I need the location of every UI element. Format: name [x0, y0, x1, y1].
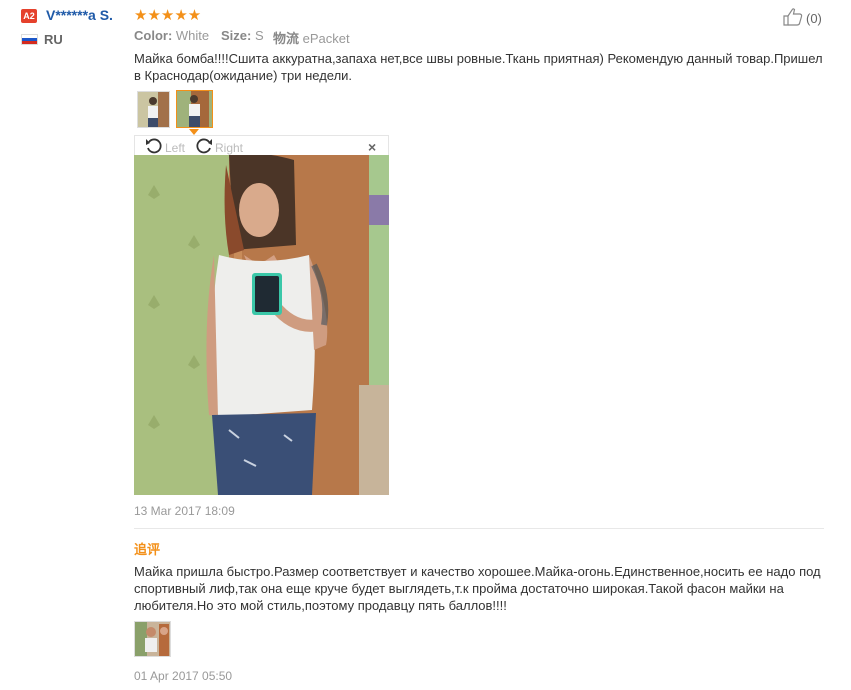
reviewer-country: RU	[44, 32, 63, 47]
buyer-level-badge: A2	[21, 9, 37, 23]
review-text: Майка бомба!!!!Сшита аккуратна,запаха не…	[134, 51, 823, 83]
size-attribute: Size: S	[221, 28, 264, 43]
color-label: Color:	[134, 28, 173, 43]
reviewer-name: V******a S.	[46, 7, 113, 23]
additional-review-label: 追评	[134, 542, 161, 557]
additional-review-date: 01 Apr 2017 05:50	[134, 669, 233, 683]
size-value: S	[254, 28, 264, 43]
color-attribute: Color: White	[134, 28, 209, 43]
shipping-value: ePacket	[302, 31, 350, 46]
rotate-left-label: Left	[165, 140, 186, 155]
rating-stars: ★★★★★	[134, 7, 202, 24]
helpful-button[interactable]: (0)	[783, 8, 822, 29]
country-flag-icon	[21, 34, 38, 45]
size-label: Size:	[221, 28, 252, 43]
helpful-count: (0)	[806, 11, 822, 26]
additional-review-text: Майка пришла быстро.Размер соответствует…	[134, 564, 821, 613]
shipping-label: 物流	[273, 31, 300, 46]
review-photo-large	[134, 155, 389, 495]
review-date: 13 Mar 2017 18:09	[134, 504, 235, 518]
color-value: White	[175, 28, 210, 43]
review-photo-thumbnail-active[interactable]	[176, 90, 213, 128]
rotate-right-label: Right	[215, 140, 244, 155]
review-photo-thumbnail[interactable]	[137, 91, 170, 128]
divider	[134, 528, 824, 529]
close-viewer-button[interactable]: ×	[368, 139, 376, 155]
additional-photo-thumbnail[interactable]	[134, 621, 171, 657]
thumbs-up-icon	[783, 8, 803, 29]
shipping-attribute: 物流 ePacket	[273, 28, 350, 47]
